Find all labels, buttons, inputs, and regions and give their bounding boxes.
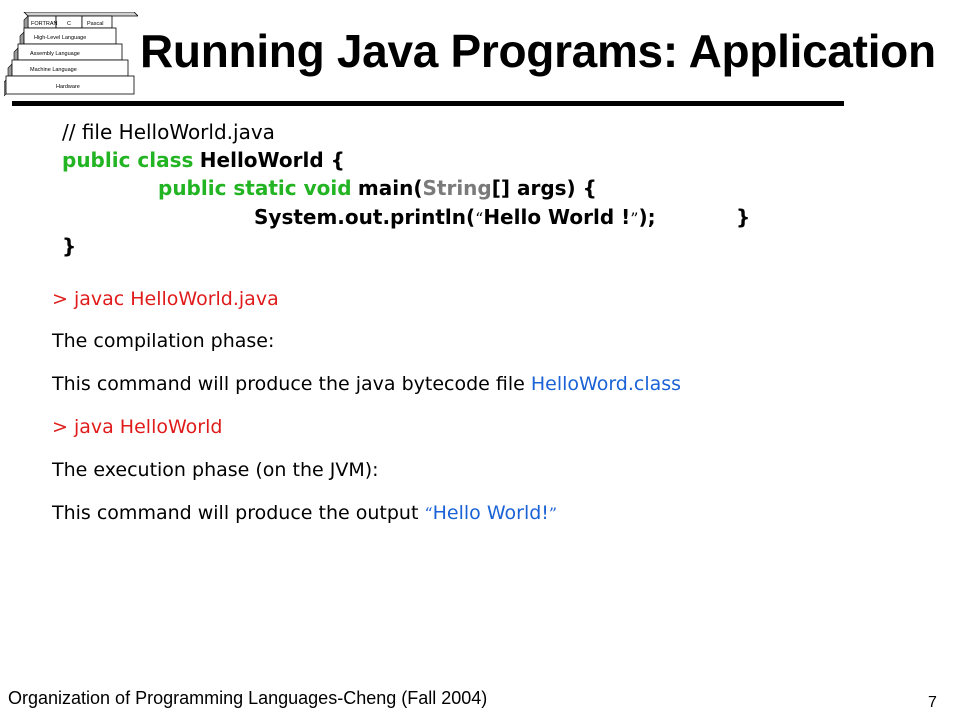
code-line-main: public static void main(String[] args) { [158, 176, 597, 200]
logo-layer-high-level: High-Level Language [34, 35, 86, 41]
code-comment: // file HelloWorld.java [62, 120, 275, 144]
code-semicolon: ); [638, 205, 656, 229]
code-inner-brace: } [736, 205, 751, 229]
compilation-phase-label: The compilation phase: [52, 330, 275, 352]
code-line-comment: // file HelloWorld.java [62, 120, 275, 144]
bytecode-filename: HelloWord.class [530, 373, 682, 395]
compilation-description: This command will produce the java bytec… [52, 373, 681, 395]
logo-layer-machine: Machine Language [30, 67, 77, 73]
logo-layer-hardware: Hardware [56, 84, 80, 90]
output-open-quote: “ [424, 504, 433, 523]
logo-layer-assembly: Assembly Language [30, 51, 80, 57]
code-line-println: System.out.println(“Hello World !”); [254, 205, 656, 229]
logo-block-c: C [67, 21, 71, 27]
code-outer-brace: } [62, 234, 77, 258]
code-main: main( [357, 176, 423, 200]
page-number: 7 [928, 694, 937, 711]
output-close-quote: ” [548, 504, 558, 523]
compilation-desc-text: This command will produce the java bytec… [52, 373, 531, 395]
code-string-literal: Hello World ! [483, 205, 631, 229]
logo-block-fortran: FORTRAN [31, 21, 58, 27]
command-javac: > javac HelloWorld.java [52, 288, 279, 310]
code-args: [] args) { [491, 176, 597, 200]
language-hierarchy-logo: FORTRAN C Pascal High-Level Language Ass… [4, 12, 138, 97]
code-type-string: String [422, 176, 492, 200]
code-line-class: public class HelloWorld { [62, 148, 345, 172]
logo-block-pascal: Pascal [87, 21, 104, 27]
command-java: > java HelloWorld [52, 416, 223, 438]
title-divider [12, 101, 844, 106]
code-class-name: HelloWorld { [199, 148, 345, 172]
slide-title: Running Java Programs: Application [140, 25, 936, 77]
execution-description: This command will produce the output “He… [52, 502, 557, 524]
code-println: System.out.println( [254, 205, 476, 229]
program-output: Hello World! [432, 502, 549, 524]
code-keyword-public-class: public class [62, 148, 194, 172]
footer-course-title: Organization of Programming Languages-Ch… [8, 688, 488, 708]
code-keyword-public-static-void: public static void [158, 176, 352, 200]
execution-desc-text: This command will produce the output [52, 502, 425, 524]
execution-phase-label: The execution phase (on the JVM): [52, 459, 379, 481]
